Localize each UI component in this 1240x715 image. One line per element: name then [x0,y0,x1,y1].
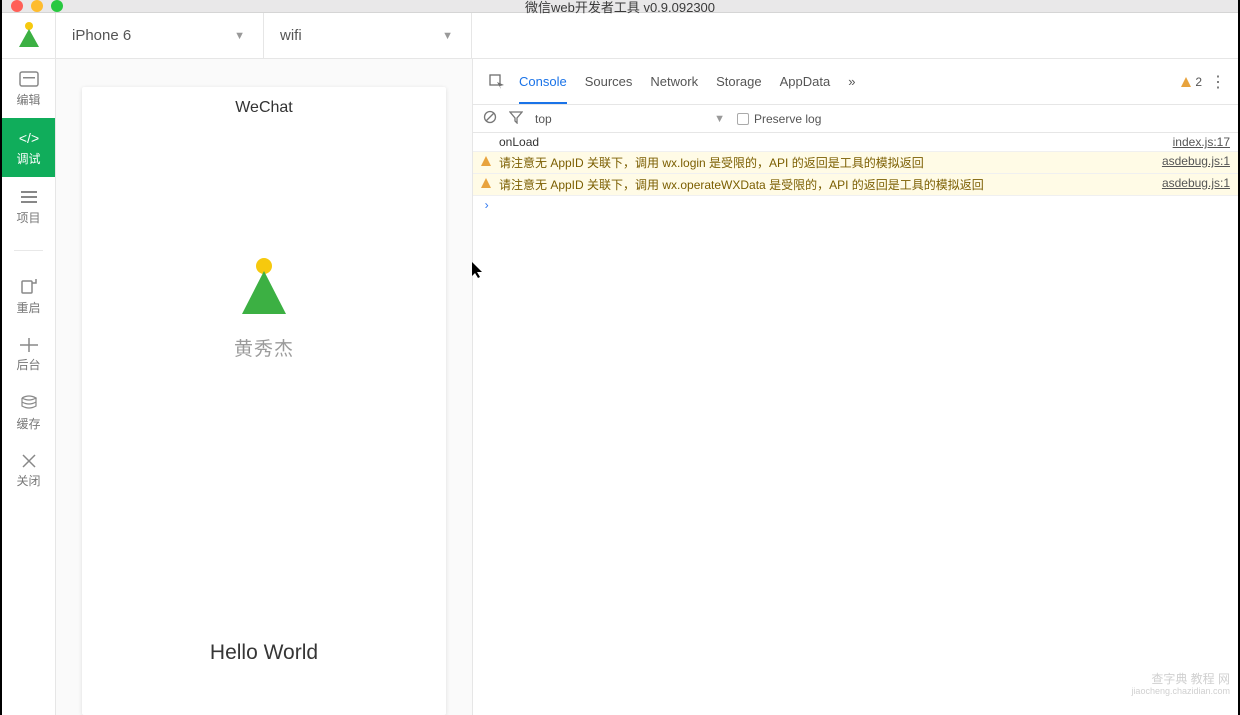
preserve-log-toggle[interactable]: Preserve log [737,112,821,126]
log-message: onLoad [499,135,539,149]
console-warn-row: 请注意无 AppID 关联下，调用 wx.operateWXData 是受限的，… [473,174,1238,196]
edit-icon [19,71,39,87]
console-log-row: onLoad index.js:17 [473,133,1238,152]
background-icon [20,338,38,352]
checkbox-icon [737,113,749,125]
device-value: iPhone 6 [72,27,131,44]
sidebar-item-restart[interactable]: 重启 [2,265,55,326]
filter-button[interactable] [509,110,523,127]
tabs-overflow[interactable]: » [848,59,855,104]
maximize-window-button[interactable] [51,0,63,12]
console-prompt[interactable]: › [473,196,1238,216]
tab-storage[interactable]: Storage [716,59,762,104]
log-message: 请注意无 AppID 关联下，调用 wx.operateWXData 是受限的，… [499,176,984,193]
simulator-pane: WeChat 黄秀杰 Hello World [56,59,472,715]
console-output[interactable]: onLoad index.js:17 请注意无 AppID 关联下，调用 wx.… [473,133,1238,715]
network-select[interactable]: wifi ▼ [264,13,472,58]
tab-sources[interactable]: Sources [585,59,633,104]
warning-count: 2 [1195,75,1202,89]
sidebar-item-background[interactable]: 后台 [2,326,55,383]
tab-console[interactable]: Console [519,59,567,104]
tab-appdata[interactable]: AppData [780,59,831,104]
sidebar-item-debug[interactable]: </> 调试 [2,118,55,177]
avatar-tree-icon [236,256,292,318]
tab-network[interactable]: Network [650,59,698,104]
restart-icon [20,277,38,295]
close-window-button[interactable] [11,0,23,12]
sidebar-label: 缓存 [16,415,40,432]
debug-icon: </> [18,130,40,146]
toolbar: iPhone 6 ▼ wifi ▼ [56,13,1238,59]
chevron-down-icon: ▼ [442,30,453,42]
sidebar-label: 关闭 [16,472,40,489]
user-name: 黄秀杰 [234,334,294,361]
clear-console-button[interactable] [483,110,497,127]
sidebar-label: 调试 [16,150,40,167]
log-source-link[interactable]: asdebug.js:1 [1162,176,1230,193]
minimize-window-button[interactable] [31,0,43,12]
log-source-link[interactable]: index.js:17 [1173,135,1230,149]
sidebar: 编辑 </> 调试 项目 重启 后台 缓存 [2,13,56,715]
sidebar-item-edit[interactable]: 编辑 [2,59,55,118]
sidebar-label: 重启 [16,299,40,316]
sidebar-label: 后台 [16,356,40,373]
devtools-menu-button[interactable]: ⋮ [1210,72,1226,92]
warning-icon [1180,76,1192,88]
phone-frame: WeChat 黄秀杰 Hello World [82,87,446,715]
network-value: wifi [280,27,302,44]
titlebar: 微信web开发者工具 v0.9.092300 [2,0,1238,13]
log-message: 请注意无 AppID 关联下，调用 wx.login 是受限的，API 的返回是… [499,154,924,171]
sidebar-item-project[interactable]: 项目 [2,177,55,236]
warning-counter[interactable]: 2 [1180,75,1202,89]
phone-header: WeChat [82,87,446,128]
sidebar-label: 编辑 [16,91,40,108]
inspect-element-button[interactable] [485,70,509,94]
preserve-log-label: Preserve log [754,112,821,126]
close-icon [22,454,36,468]
sidebar-separator [14,250,43,251]
chevron-down-icon: ▼ [714,113,725,125]
svg-text:</>: </> [18,130,38,146]
execution-context-select[interactable]: top ▼ [535,112,725,126]
tree-icon [16,21,42,51]
context-value: top [535,112,552,126]
sidebar-item-cache[interactable]: 缓存 [2,383,55,442]
sidebar-item-close[interactable]: 关闭 [2,442,55,499]
devtools-pane: Console Sources Network Storage AppData … [472,59,1238,715]
menu-icon [19,189,39,205]
console-warn-row: 请注意无 AppID 关联下，调用 wx.login 是受限的，API 的返回是… [473,152,1238,174]
log-source-link[interactable]: asdebug.js:1 [1162,154,1230,171]
cache-icon [20,395,38,411]
sidebar-label: 项目 [16,209,40,226]
hello-text: Hello World [210,641,318,665]
app-logo [2,13,55,59]
device-select[interactable]: iPhone 6 ▼ [56,13,264,58]
chevron-down-icon: ▼ [234,30,245,42]
